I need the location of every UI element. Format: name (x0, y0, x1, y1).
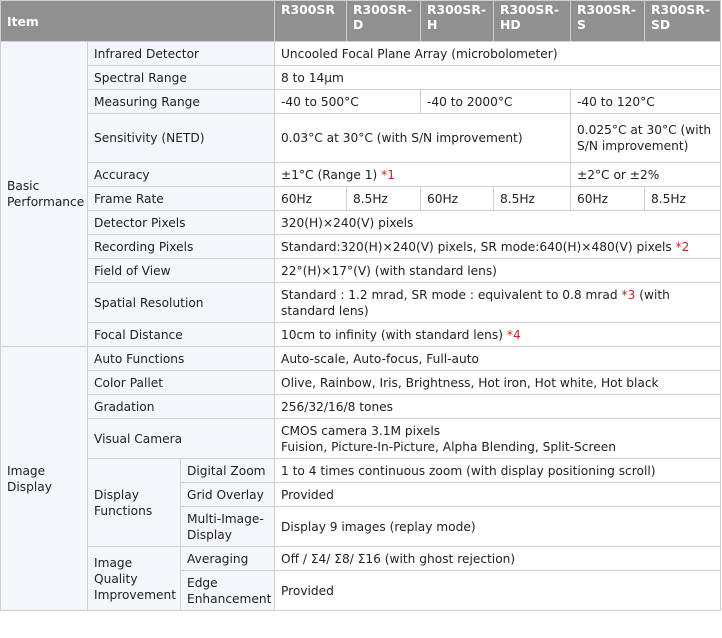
row-auto-functions: Image Display Auto Functions Auto-scale,… (0, 346, 721, 611)
value-recording-pixels: Standard:320(H)×240(V) pixels, SR mode:6… (274, 234, 721, 259)
header-row: Item R300SR R300SR-D R300SR-H R300SR-HD … (0, 0, 721, 42)
label-accuracy: Accuracy (87, 162, 275, 187)
label-gradation: Gradation (87, 394, 275, 419)
header-item: Item (0, 0, 275, 42)
header-model-r300sr-s: R300SR-S (570, 0, 645, 42)
label-averaging: Averaging (180, 546, 275, 571)
row-digital-zoom: Display Functions Digital Zoom 1 to 4 ti… (1, 458, 721, 547)
value-frame-rate-r300sr-hd: 8.5Hz (493, 186, 571, 211)
label-infrared-detector: Infrared Detector (87, 41, 275, 66)
header-model-r300sr-d: R300SR-D (346, 0, 421, 42)
row-color-pallet: Color Pallet Olive, Rainbow, Iris, Brigh… (1, 370, 721, 395)
value-frame-rate-r300sr: 60Hz (274, 186, 347, 211)
label-frame-rate: Frame Rate (87, 186, 275, 211)
row-averaging: Image Quality Improvement Averaging Off … (1, 546, 721, 611)
value-grid-overlay: Provided (274, 482, 721, 507)
focal-distance-text: 10cm to infinity (with standard lens) (281, 327, 507, 342)
category-image-display: Image Display (0, 346, 88, 611)
row-sensitivity: Sensitivity (NETD) 0.03°C at 30°C (with … (1, 113, 721, 163)
value-spectral-range: 8 to 14μm (274, 65, 721, 90)
value-averaging: Off / Σ4/ Σ8/ Σ16 (with ghost rejection) (274, 546, 721, 571)
value-sensitivity-1: 0.03°C at 30°C (with S/N improvement) (274, 113, 571, 163)
value-field-of-view: 22°(H)×17°(V) (with standard lens) (274, 258, 721, 283)
value-spatial-resolution: Standard : 1.2 mrad, SR mode : equivalen… (274, 282, 721, 323)
label-edge-enhancement: Edge Enhancement (180, 570, 275, 611)
label-spatial-resolution: Spatial Resolution (87, 282, 275, 323)
category-basic-performance: Basic Performance (0, 41, 88, 347)
header-model-r300sr-sd: R300SR-SD (644, 0, 721, 42)
footnote-3: *3 (621, 287, 636, 302)
recording-pixels-text: Standard:320(H)×240(V) pixels, SR mode:6… (281, 239, 676, 254)
footnote-4: *4 (506, 327, 521, 342)
label-visual-camera: Visual Camera (87, 418, 275, 459)
value-frame-rate-r300sr-h: 60Hz (420, 186, 494, 211)
row-gradation: Gradation 256/32/16/8 tones (1, 394, 721, 419)
spec-table: Item R300SR R300SR-D R300SR-H R300SR-HD … (0, 0, 721, 611)
row-measuring-range: Measuring Range -40 to 500°C -40 to 2000… (1, 89, 721, 114)
value-multi-image-display: Display 9 images (replay mode) (274, 506, 721, 547)
label-multi-image-display: Multi-Image-Display (180, 506, 275, 547)
label-recording-pixels: Recording Pixels (87, 234, 275, 259)
value-accuracy-2: ±2°C or ±2% (570, 162, 721, 187)
row-detector-pixels: Detector Pixels 320(H)×240(V) pixels (1, 210, 721, 235)
label-display-functions: Display Functions (87, 458, 181, 547)
value-color-pallet: Olive, Rainbow, Iris, Brightness, Hot ir… (274, 370, 721, 395)
label-field-of-view: Field of View (87, 258, 275, 283)
value-gradation: 256/32/16/8 tones (274, 394, 721, 419)
value-measuring-range-1: -40 to 500°C (274, 89, 421, 114)
value-sensitivity-2: 0.025°C at 30°C (with S/N improvement) (570, 113, 721, 163)
header-model-r300sr-hd: R300SR-HD (493, 0, 571, 42)
value-measuring-range-2: -40 to 2000°C (420, 89, 571, 114)
row-frame-rate: Frame Rate 60Hz 8.5Hz 60Hz 8.5Hz 60Hz 8.… (1, 186, 721, 211)
visual-camera-line-2: Fuision, Picture-In-Picture, Alpha Blend… (281, 439, 616, 454)
value-edge-enhancement: Provided (274, 570, 721, 611)
visual-camera-line-1: CMOS camera 3.1M pixels (281, 423, 441, 438)
row-spectral-range: Spectral Range 8 to 14μm (1, 65, 721, 90)
row-visual-camera: Visual Camera CMOS camera 3.1M pixels Fui… (1, 418, 721, 459)
value-auto-functions: Auto-scale, Auto-focus, Full-auto (274, 346, 721, 371)
row-accuracy: Accuracy ±1°C (Range 1) *1 ±2°C or ±2% (1, 162, 721, 187)
row-focal-distance: Focal Distance 10cm to infinity (with st… (1, 322, 721, 347)
value-detector-pixels: 320(H)×240(V) pixels (274, 210, 721, 235)
value-visual-camera: CMOS camera 3.1M pixels Fuision, Picture-… (274, 418, 721, 459)
label-detector-pixels: Detector Pixels (87, 210, 275, 235)
value-frame-rate-r300sr-s: 60Hz (570, 186, 645, 211)
label-color-pallet: Color Pallet (87, 370, 275, 395)
accuracy-text: ±1°C (Range 1) (281, 167, 382, 182)
label-focal-distance: Focal Distance (87, 322, 275, 347)
value-accuracy-1: ±1°C (Range 1) *1 (274, 162, 571, 187)
row-field-of-view: Field of View 22°(H)×17°(V) (with standa… (1, 258, 721, 283)
label-grid-overlay: Grid Overlay (180, 482, 275, 507)
value-focal-distance: 10cm to infinity (with standard lens) *4 (274, 322, 721, 347)
label-spectral-range: Spectral Range (87, 65, 275, 90)
spatial-resolution-text-a: Standard : 1.2 mrad, SR mode : equivalen… (281, 287, 622, 302)
label-auto-functions: Auto Functions (87, 346, 275, 371)
value-measuring-range-3: -40 to 120°C (570, 89, 721, 114)
header-model-r300sr: R300SR (274, 0, 347, 42)
value-digital-zoom: 1 to 4 times continuous zoom (with displ… (274, 458, 721, 483)
label-measuring-range: Measuring Range (87, 89, 275, 114)
row-recording-pixels: Recording Pixels Standard:320(H)×240(V) … (1, 234, 721, 259)
footnote-2: *2 (675, 239, 690, 254)
value-frame-rate-r300sr-d: 8.5Hz (346, 186, 421, 211)
label-image-quality-improvement: Image Quality Improvement (87, 546, 181, 611)
label-digital-zoom: Digital Zoom (180, 458, 275, 483)
value-frame-rate-r300sr-sd: 8.5Hz (644, 186, 721, 211)
row-spatial-resolution: Spatial Resolution Standard : 1.2 mrad, … (1, 282, 721, 323)
header-model-r300sr-h: R300SR-H (420, 0, 494, 42)
label-sensitivity: Sensitivity (NETD) (87, 113, 275, 163)
footnote-1: *1 (381, 167, 395, 182)
value-infrared-detector: Uncooled Focal Plane Array (microbolomet… (274, 41, 721, 66)
row-infrared-detector: Basic Performance Infrared Detector Unco… (0, 41, 721, 347)
